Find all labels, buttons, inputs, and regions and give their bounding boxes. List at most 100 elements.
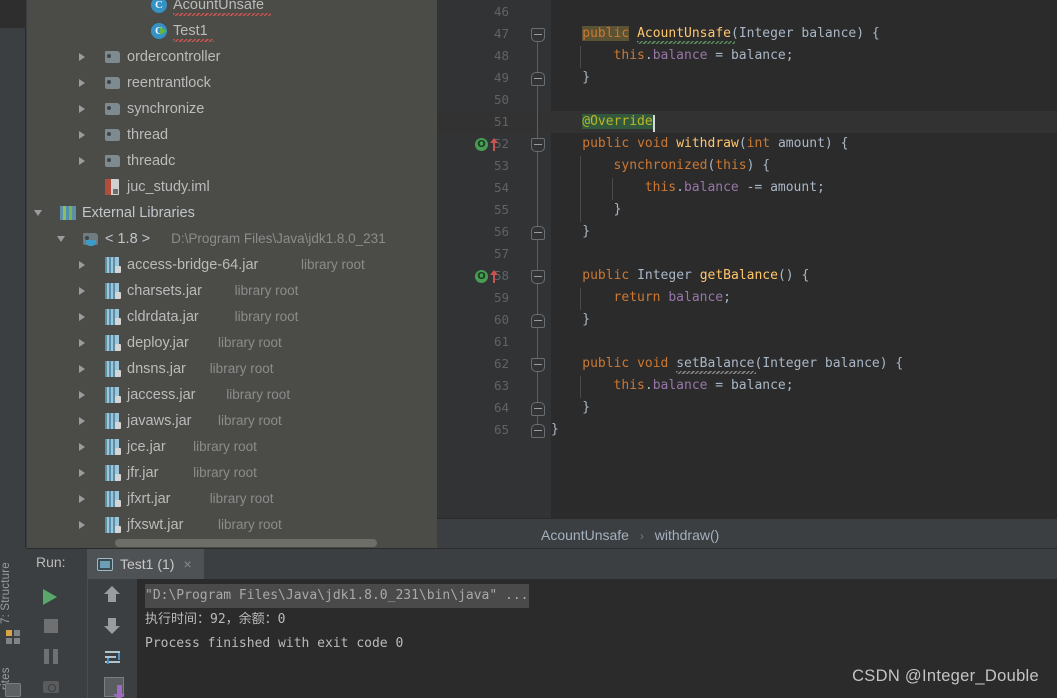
tree-item-external-libraries[interactable]: External Libraries — [27, 200, 437, 226]
tree-item-reentrantlock[interactable]: reentrantlock — [27, 70, 437, 96]
run-triangle-icon[interactable] — [160, 27, 167, 35]
tree-item-charsets-jar[interactable]: charsets.jar library root — [27, 278, 437, 304]
fold-toggle-icon[interactable] — [531, 314, 545, 328]
tree-item-synchronize[interactable]: synchronize — [27, 96, 437, 122]
chevron-right-icon[interactable] — [79, 390, 85, 399]
code-line[interactable]: public void setBalance(Integer balance) … — [551, 356, 903, 371]
editor-code-area[interactable]: 46 47 public AcountUnsafe(Integer balance)… — [437, 0, 1057, 518]
chevron-right-icon[interactable] — [79, 260, 85, 269]
fold-toggle-icon[interactable] — [531, 138, 545, 152]
code-token: ) { — [746, 158, 771, 173]
tree-item-threadc[interactable]: threadc — [27, 148, 437, 174]
code-line[interactable]: } — [551, 202, 622, 217]
editor-gutter[interactable] — [437, 0, 525, 518]
code-line[interactable]: public void withdraw(int amount) { — [551, 136, 848, 151]
override-method-icon[interactable]: O — [475, 138, 488, 151]
close-icon[interactable]: × — [183, 556, 191, 572]
tree-item--1-8-[interactable]: < 1.8 > D:\Program Files\Java\jdk1.8.0_23… — [27, 226, 437, 252]
tree-item-javaws-jar[interactable]: javaws.jar library root — [27, 408, 437, 434]
tree-item-jfxrt-jar[interactable]: jfxrt.jar library root — [27, 486, 437, 512]
sidebar-item-structure[interactable]: 7: Structure — [0, 547, 26, 639]
tree-item-access-bridge-64-jar[interactable]: access-bridge-64.jar library root — [27, 252, 437, 278]
code-line[interactable]: public Integer getBalance() { — [551, 268, 809, 283]
chevron-right-icon[interactable] — [79, 442, 85, 451]
fold-toggle-icon[interactable] — [531, 226, 545, 240]
override-method-icon[interactable]: O — [475, 270, 488, 283]
chevron-down-icon[interactable] — [57, 236, 65, 242]
soft-wrap-button[interactable] — [99, 643, 127, 671]
tree-item-deploy-jar[interactable]: deploy.jar library root — [27, 330, 437, 356]
chevron-right-icon[interactable] — [79, 364, 85, 373]
dump-threads-button[interactable] — [37, 672, 65, 698]
line-number: 62 — [493, 356, 509, 371]
project-tree-hscrollbar[interactable] — [115, 539, 377, 547]
fold-toggle-icon[interactable] — [531, 72, 545, 86]
code-editor[interactable]: 46 47 public AcountUnsafe(Integer balance)… — [437, 0, 1057, 518]
breadcrumb-class[interactable]: AcountUnsafe — [541, 527, 629, 543]
tree-item-cldrdata-jar[interactable]: cldrdata.jar library root — [27, 304, 437, 330]
next-occurrence-button[interactable] — [99, 613, 127, 641]
tree-item-jfxswt-jar[interactable]: jfxswt.jar library root — [27, 512, 437, 538]
chevron-right-icon[interactable] — [79, 520, 85, 529]
code-line[interactable]: } — [551, 422, 559, 437]
code-line[interactable]: this.balance -= amount; — [551, 180, 825, 195]
tree-item-test1[interactable]: C Test1 — [27, 18, 437, 44]
folder-icon — [105, 77, 120, 89]
code-line[interactable]: } — [551, 70, 590, 85]
prev-occurrence-button[interactable] — [99, 583, 127, 611]
chevron-right-icon[interactable] — [79, 416, 85, 425]
pause-button[interactable] — [37, 642, 65, 670]
project-tree[interactable]: C AcountUnsafe C Test1 ordercontroller reentr… — [27, 0, 437, 548]
fold-toggle-icon[interactable] — [531, 424, 545, 438]
chevron-right-icon[interactable] — [79, 104, 85, 113]
jar-icon — [105, 387, 121, 403]
fold-toggle-icon[interactable] — [531, 28, 545, 42]
stop-button[interactable] — [37, 612, 65, 640]
folder-icon — [105, 155, 120, 167]
tree-item-jfr-jar[interactable]: jfr.jar library root — [27, 460, 437, 486]
chevron-right-icon[interactable] — [79, 468, 85, 477]
tree-item-ordercontroller[interactable]: ordercontroller — [27, 44, 437, 70]
tree-item-subtext: library root — [218, 413, 282, 428]
chevron-right-icon[interactable] — [79, 78, 85, 87]
chevron-right-icon[interactable] — [79, 494, 85, 503]
rerun-button[interactable] — [37, 582, 65, 610]
console-line[interactable]: "D:\Program Files\Java\jdk1.8.0_231\bin\… — [145, 584, 1057, 608]
console-line[interactable]: Process finished with exit code 0 — [145, 632, 1057, 656]
code-line[interactable]: public AcountUnsafe(Integer balance) { — [551, 26, 880, 41]
code-token: -= amount; — [738, 180, 825, 195]
code-line[interactable]: this.balance = balance; — [551, 378, 794, 393]
chevron-right-icon[interactable] — [79, 286, 85, 295]
tree-item-thread[interactable]: thread — [27, 122, 437, 148]
chevron-right-icon[interactable] — [79, 312, 85, 321]
overriding-method-arrow-icon[interactable] — [490, 138, 498, 151]
code-line[interactable]: this.balance = balance; — [551, 48, 794, 63]
chevron-right-icon[interactable] — [79, 130, 85, 139]
tree-item-juc-study-iml[interactable]: juc_study.iml — [27, 174, 437, 200]
fold-toggle-icon[interactable] — [531, 358, 545, 372]
breadcrumb-method[interactable]: withdraw() — [655, 527, 720, 543]
tree-item-acountunsafe[interactable]: C AcountUnsafe — [27, 0, 437, 18]
fold-toggle-icon[interactable] — [531, 270, 545, 284]
code-line[interactable]: synchronized(this) { — [551, 158, 771, 173]
chevron-right-icon[interactable] — [79, 52, 85, 61]
chevron-right-icon[interactable] — [79, 156, 85, 165]
code-line[interactable]: return balance; — [551, 290, 731, 305]
tree-item-jce-jar[interactable]: jce.jar library root — [27, 434, 437, 460]
code-line[interactable]: } — [551, 312, 590, 327]
run-tab-test1[interactable]: Test1 (1) × — [87, 549, 204, 579]
tree-item-dnsns-jar[interactable]: dnsns.jar library root — [27, 356, 437, 382]
chevron-right-icon[interactable] — [79, 338, 85, 347]
code-line[interactable]: } — [551, 400, 590, 415]
arrow-down-icon — [104, 618, 120, 634]
overriding-method-arrow-icon[interactable] — [490, 270, 498, 283]
console-line[interactable]: 执行时间：92，余额：0 — [145, 608, 1057, 632]
scroll-to-end-button[interactable] — [99, 672, 127, 698]
code-token: . — [676, 180, 684, 195]
code-line[interactable]: @Override — [551, 114, 653, 129]
line-number: 53 — [493, 158, 509, 173]
fold-toggle-icon[interactable] — [531, 402, 545, 416]
tree-item-jaccess-jar[interactable]: jaccess.jar library root — [27, 382, 437, 408]
chevron-down-icon[interactable] — [34, 210, 42, 216]
code-line[interactable]: } — [551, 224, 590, 239]
